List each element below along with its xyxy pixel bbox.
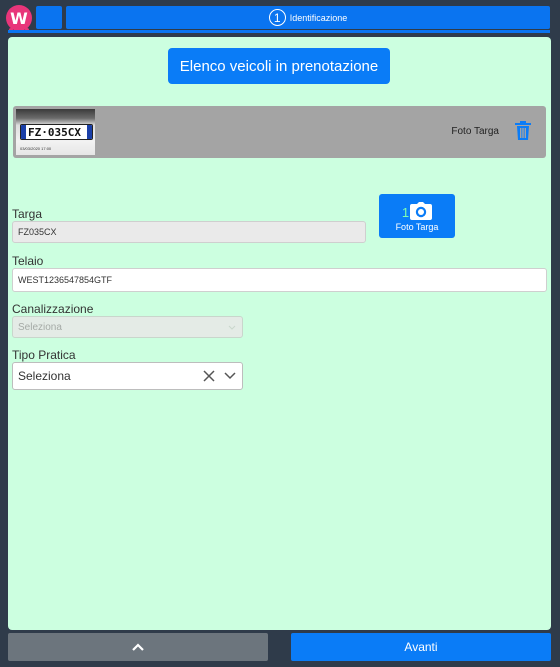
step-identificazione[interactable]: 1 Identificazione xyxy=(66,6,550,29)
camera-icon xyxy=(410,202,433,220)
tipo-pratica-value: Seleziona xyxy=(18,369,71,383)
plate-image: FZ·035CX xyxy=(20,124,93,140)
plate-text: FZ·035CX xyxy=(28,125,81,139)
plate-photo-row: FZ·035CX 03/03/2020 17:00 Foto Targa xyxy=(13,106,546,158)
photo-label: Foto Targa xyxy=(451,126,499,137)
take-plate-photo-button[interactable]: 1 Foto Targa xyxy=(379,194,455,238)
telaio-label: Telaio xyxy=(12,254,44,268)
plate-photo-thumbnail[interactable]: FZ·035CX 03/03/2020 17:00 xyxy=(16,109,95,155)
next-button[interactable]: Avanti xyxy=(291,633,551,661)
step-number: 1 xyxy=(268,9,286,26)
main-panel: Elenco veicoli in prenotazione FZ·035CX … xyxy=(8,37,551,630)
chevron-down-icon xyxy=(228,325,236,330)
telaio-field[interactable]: WEST1236547854GTF xyxy=(12,268,547,292)
photo-timestamp: 03/03/2020 17:00 xyxy=(20,146,52,151)
canalizzazione-select: Seleziona xyxy=(12,316,243,338)
tipo-pratica-label: Tipo Pratica xyxy=(12,348,76,362)
targa-field[interactable]: FZ035CX xyxy=(12,221,366,243)
chevron-up-icon xyxy=(132,643,144,651)
logo-letter: W xyxy=(10,8,28,28)
step-previous[interactable] xyxy=(36,6,62,29)
trash-icon[interactable] xyxy=(514,121,532,141)
vehicle-list-button[interactable]: Elenco veicoli in prenotazione xyxy=(168,48,390,84)
progress-line xyxy=(8,30,550,33)
back-button[interactable] xyxy=(8,633,268,661)
canalizzazione-label: Canalizzazione xyxy=(12,302,94,316)
tipo-pratica-select[interactable]: Seleziona xyxy=(12,362,243,390)
photo-count: 1 xyxy=(401,205,410,220)
step-label: Identificazione xyxy=(289,12,348,23)
canalizzazione-placeholder: Seleziona xyxy=(18,321,62,333)
chevron-down-icon[interactable] xyxy=(224,372,236,380)
clear-icon[interactable] xyxy=(203,370,215,382)
targa-label: Targa xyxy=(12,207,43,221)
camera-button-label: Foto Targa xyxy=(395,222,439,232)
